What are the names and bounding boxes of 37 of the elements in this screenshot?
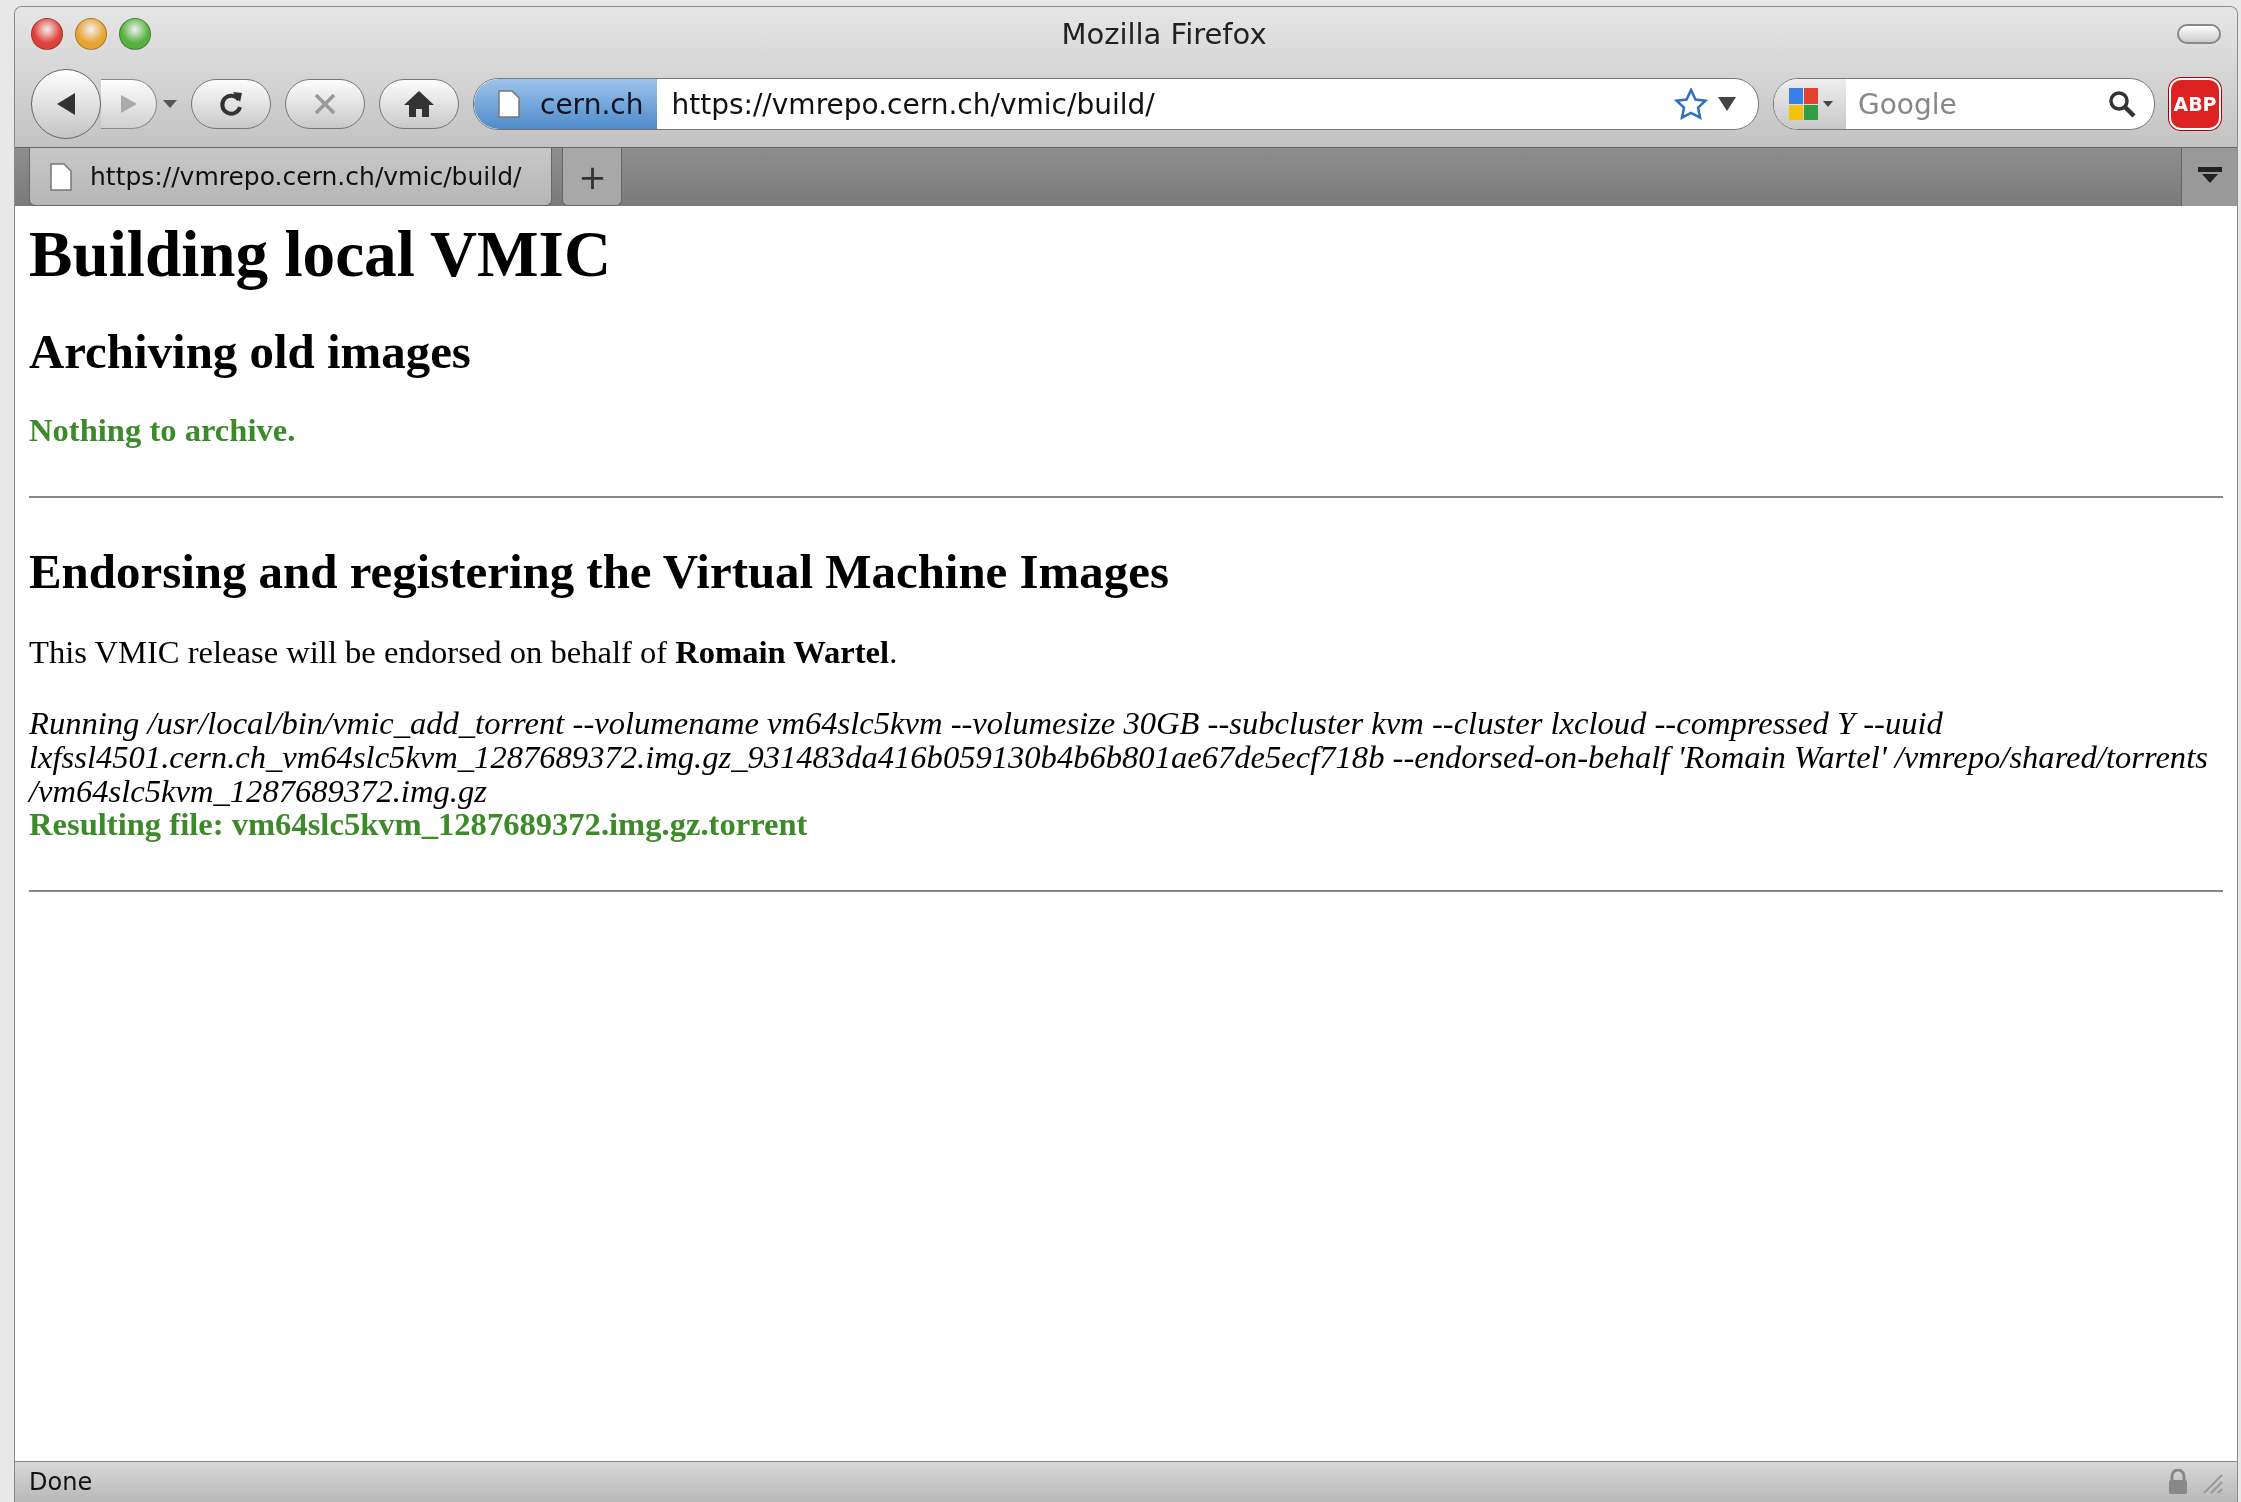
toolbar-button[interactable] [2177,24,2221,44]
adblock-button[interactable]: ABP [2169,78,2221,130]
lock-icon [2167,1469,2189,1495]
status-message: Nothing to archive. [29,413,297,449]
result-message: Resulting file: vm64slc5kvm_1287689372.img.gz.torrent [29,808,809,843]
browser-tab[interactable]: https://vmrepo.cern.ch/vmic/build/ [29,148,553,206]
search-engine-icon [1787,86,1821,122]
home-button[interactable] [379,79,459,129]
search-bar[interactable]: Google [1773,78,2155,130]
page-icon [498,90,520,118]
new-tab-button[interactable]: + [562,148,623,206]
star-icon[interactable] [1674,88,1708,120]
dropdown-icon[interactable] [1718,97,1736,111]
section-heading: Archiving old images [29,324,472,379]
close-button[interactable] [31,18,63,50]
status-text: Done [29,1468,94,1496]
stop-button[interactable] [285,79,365,129]
search-engine-button[interactable] [1774,79,1846,129]
search-icon[interactable] [2108,90,2136,118]
url-field[interactable]: https://vmrepo.cern.ch/vmic/build/ [657,87,1674,121]
caret-icon [1823,101,1833,107]
zoom-button[interactable] [119,18,151,50]
home-icon [403,89,435,119]
forward-icon [118,93,139,115]
stop-icon [312,91,338,117]
command-line: Running /usr/local/bin/vmic_add_torrent --volumename vm64slc5kvm --volumesize 30GB --subcluster kvm --cluster lxcloud --compressed Y --uuid lxfssl4501.cern.ch_vm64slc5kvm_1287689372.img.gz_931483da416b059130b4b6b801ae67de5ecf718b --endorsed-on-behalf 'Romain Wartel' /vmrepo/shared/torrents /vm64slc5kvm_1287689372.img.gz [29,706,2209,809]
address-bar[interactable]: cern.ch https://vmrepo.cern.ch/vmic/build/ [473,78,1759,130]
page-icon [50,162,72,191]
site-identity-button[interactable]: cern.ch [474,79,658,129]
window-title: Mozilla Firefox [1060,17,1268,51]
minimize-button[interactable] [75,18,107,50]
tab-list-button[interactable] [2181,148,2237,206]
paragraph: This VMIC release will be endorsed on behalf of Romain Wartel. [29,635,899,671]
history-dropdown-icon[interactable] [163,100,177,108]
reload-button[interactable] [191,79,271,129]
page-heading: Building local VMIC [29,219,612,291]
section-heading: Endorsing and registering the Virtual Machine Images [29,545,1170,600]
